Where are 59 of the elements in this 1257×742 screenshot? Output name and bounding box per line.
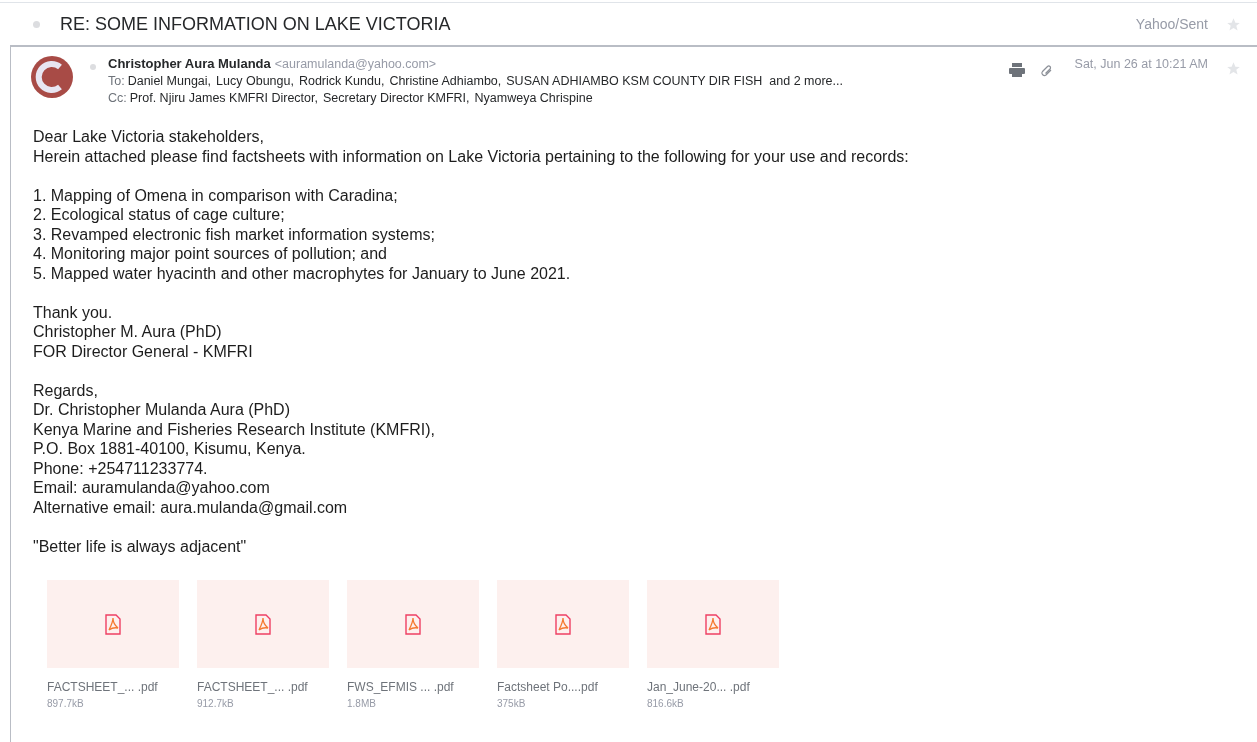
- body-text-line: Dr. Christopher Mulanda Aura (PhD): [33, 400, 291, 420]
- body-text-line: Dear Lake Victoria stakeholders,: [33, 127, 265, 147]
- body-text-line: 1. Mapping of Omena in comparison with Caradina;: [33, 185, 399, 205]
- recipient-name[interactable]: Christine Adhiambo,: [389, 73, 502, 90]
- attachment-thumbnail[interactable]: [497, 580, 629, 668]
- recipient-name[interactable]: Rodrick Kundu,: [298, 73, 385, 90]
- body-text-line: Christopher M. Aura (PhD): [33, 322, 223, 342]
- attachment-size: 1.8MB: [347, 697, 377, 711]
- body-text-line: Regards,: [33, 380, 99, 400]
- recipient-label: To:: [108, 73, 125, 90]
- recipient-name[interactable]: SUSAN ADHIAMBO KSM COUNTY DIR FISH: [506, 73, 763, 90]
- message-date: Sat, Jun 26 at 10:21 AM: [1074, 56, 1208, 73]
- sender-name: Christopher Aura Mulanda: [108, 55, 271, 72]
- attachment-size: 897.7kB: [47, 697, 85, 711]
- body-text-line: Email: auramulanda@yahoo.com: [33, 478, 271, 498]
- pdf-file-icon: [555, 613, 571, 635]
- star-icon[interactable]: [1226, 61, 1241, 76]
- body-text-line: Herein attached please find factsheets with information on Lake Victoria pertaining to the following for your use and records:: [33, 146, 910, 166]
- body-text-line: Thank you.: [33, 302, 114, 322]
- attachment-thumbnail[interactable]: [347, 580, 479, 668]
- star-icon[interactable]: [1226, 16, 1241, 32]
- body-text-line: Phone: +254711233774.: [33, 458, 209, 478]
- attachment-size: 816.6kB: [647, 697, 685, 711]
- attachment-thumbnail[interactable]: [47, 580, 179, 668]
- recipient-label: Cc:: [108, 90, 127, 107]
- attachment-name[interactable]: Jan_June-20... .pdf: [647, 678, 779, 696]
- pdf-file-icon: [105, 613, 121, 635]
- attachment-thumbnail[interactable]: [647, 580, 779, 668]
- body-text-line: Alternative email: aura.mulanda@gmail.com: [33, 497, 349, 517]
- body-text-line: 2. Ecological status of cage culture;: [33, 205, 286, 225]
- attachment-size: 912.7kB: [197, 697, 235, 711]
- avatar-icon: [30, 55, 74, 99]
- body-text-line: P.O. Box 1881-40100, Kisumu, Kenya.: [33, 439, 307, 459]
- paperclip-icon[interactable]: [1040, 65, 1053, 77]
- attachment-name[interactable]: FWS_EFMIS ... .pdf: [347, 678, 479, 696]
- attachment-size: 375kB: [497, 697, 527, 711]
- attachment-name[interactable]: FACTSHEET_... .pdf: [47, 678, 179, 696]
- recipient-name[interactable]: Lucy Obungu,: [216, 73, 294, 90]
- body-text-line: 4. Monitoring major point sources of pollution; and: [33, 244, 388, 264]
- attachment-name[interactable]: FACTSHEET_... .pdf: [197, 678, 329, 696]
- more-recipients-link[interactable]: and 2 more...: [769, 73, 843, 90]
- body-text-line: 5. Mapped water hyacinth and other macrophytes for January to June 2021.: [33, 263, 572, 283]
- pdf-file-icon: [405, 613, 421, 635]
- attachment-name[interactable]: Factsheet Po....pdf: [497, 678, 629, 696]
- pdf-file-icon: [255, 613, 271, 635]
- recipient-name[interactable]: Prof. Njiru James KMFRI Director,: [129, 90, 318, 107]
- recipient-name[interactable]: Nyamweya Chrispine: [474, 90, 593, 107]
- recipient-name[interactable]: Daniel Mungai,: [127, 73, 212, 90]
- body-text-line: "Better life is always adjacent": [33, 536, 248, 556]
- pdf-file-icon: [705, 613, 721, 635]
- attachment-thumbnail[interactable]: [197, 580, 329, 668]
- email-subject: RE: SOME INFORMATION ON LAKE VICTORIA: [60, 12, 451, 36]
- print-icon[interactable]: [1008, 63, 1025, 77]
- body-text-line: Kenya Marine and Fisheries Research Institute (KMFRI),: [33, 419, 436, 439]
- body-text-line: 3. Revamped electronic fish market information systems;: [33, 224, 436, 244]
- sender-email: <auramulanda@yahoo.com>: [274, 56, 437, 73]
- recipient-name[interactable]: Secretary Director KMFRI,: [323, 90, 470, 107]
- folder-label: Yahoo/Sent: [1135, 14, 1208, 34]
- body-text-line: FOR Director General - KMFRI: [33, 341, 254, 361]
